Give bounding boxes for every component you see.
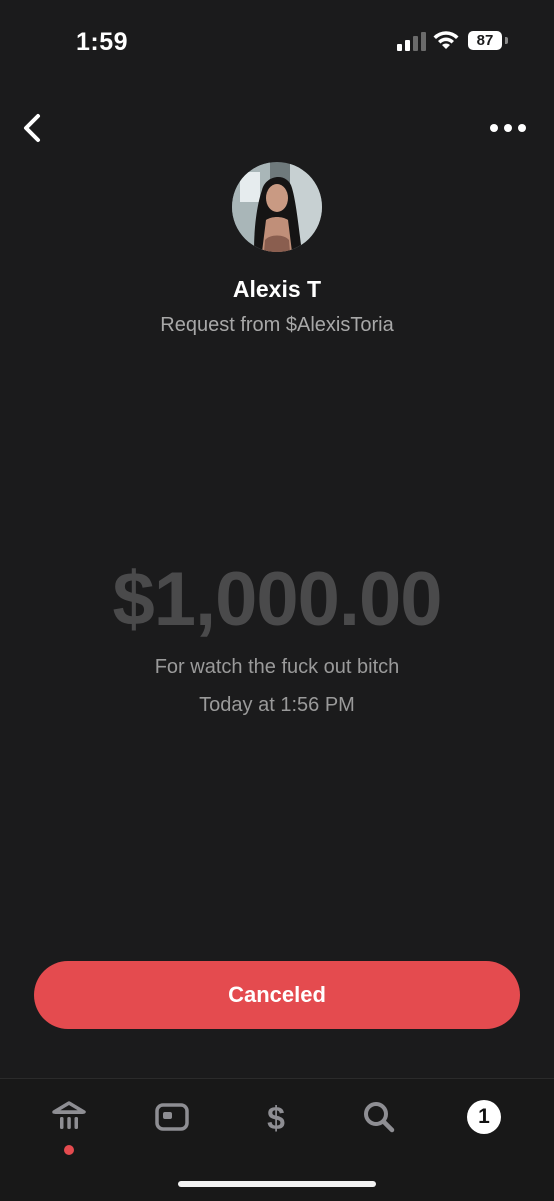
tab-card[interactable] (152, 1097, 192, 1137)
payment-note: For watch the fuck out bitch (154, 656, 400, 678)
avatar-photo (232, 162, 322, 252)
home-notification-dot (64, 1145, 74, 1155)
tab-money[interactable]: $ (256, 1097, 296, 1137)
search-icon (364, 1102, 395, 1133)
canceled-button[interactable]: Canceled (34, 961, 520, 1029)
card-icon (155, 1103, 189, 1131)
payment-amount: $1,000.00 (112, 557, 442, 642)
more-options-button[interactable] (488, 116, 528, 140)
home-indicator (178, 1181, 376, 1187)
status-time: 1:59 (76, 28, 129, 56)
dollar-icon: $ (267, 1100, 285, 1136)
battery-icon: 87 (468, 31, 510, 51)
tab-activity[interactable]: 1 (467, 1100, 501, 1134)
bank-icon (52, 1101, 86, 1129)
tab-home[interactable] (49, 1097, 89, 1137)
chevron-left-icon (24, 114, 40, 142)
status-bar: 1:59 87 (0, 0, 554, 84)
avatar[interactable] (232, 162, 322, 252)
battery-level: 87 (468, 31, 502, 50)
request-subtitle: Request from $AlexisToria (160, 314, 394, 336)
payment-date: Today at 1:56 PM (199, 694, 355, 716)
tab-search[interactable] (359, 1097, 399, 1137)
requester-name: Alexis T (232, 276, 322, 302)
back-button[interactable] (18, 110, 48, 146)
svg-text:$: $ (267, 1100, 285, 1136)
wifi-icon (433, 31, 459, 49)
cellular-signal-icon (397, 32, 426, 51)
more-horizontal-icon (490, 124, 526, 132)
